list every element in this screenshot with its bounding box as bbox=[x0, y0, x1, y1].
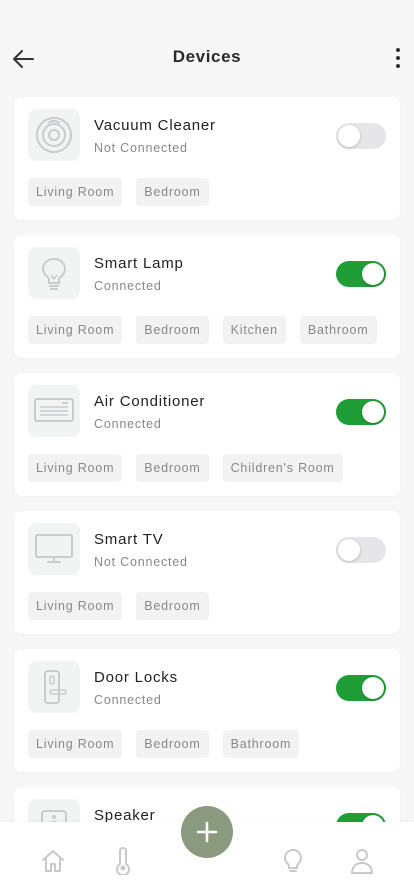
room-tag[interactable]: Bathroom bbox=[222, 730, 300, 758]
room-tags: Living Room Bedroom Kitchen Bathroom bbox=[28, 316, 377, 344]
home-icon bbox=[42, 850, 64, 872]
device-name: Smart TV bbox=[94, 531, 164, 548]
tab-profile[interactable] bbox=[347, 846, 377, 876]
device-power-toggle[interactable] bbox=[336, 537, 386, 563]
room-tag[interactable]: Bedroom bbox=[136, 730, 209, 758]
room-tag[interactable]: Kitchen bbox=[222, 316, 286, 344]
add-icon bbox=[196, 821, 218, 843]
vacuum-icon bbox=[28, 109, 80, 161]
room-tag[interactable]: Living Room bbox=[28, 730, 123, 758]
add-device-button[interactable] bbox=[181, 806, 233, 858]
page-title: Devices bbox=[172, 47, 242, 66]
device-status: Connected bbox=[94, 279, 162, 293]
device-card-vacuum-cleaner[interactable]: Vacuum Cleaner Not Connected Living Room… bbox=[14, 97, 400, 220]
more-options-button[interactable] bbox=[390, 44, 406, 72]
door-lock-icon bbox=[28, 661, 80, 713]
room-tag[interactable]: Bedroom bbox=[136, 592, 209, 620]
device-name: Smart Lamp bbox=[94, 255, 184, 272]
tab-home[interactable] bbox=[38, 846, 68, 876]
room-tags: Living Room Bedroom bbox=[28, 178, 209, 206]
profile-icon bbox=[351, 849, 373, 874]
toggle-knob bbox=[362, 677, 384, 699]
device-status: Connected bbox=[94, 417, 162, 431]
more-dot-icon bbox=[396, 48, 400, 52]
device-status: Connected bbox=[94, 693, 162, 707]
app-header: Devices bbox=[0, 0, 414, 96]
device-status: Not Connected bbox=[94, 141, 188, 155]
device-power-toggle[interactable] bbox=[336, 123, 386, 149]
device-card-air-conditioner[interactable]: Air Conditioner Connected Living Room Be… bbox=[14, 373, 400, 496]
room-tags: Living Room Bedroom bbox=[28, 592, 209, 620]
more-dot-icon bbox=[396, 64, 400, 68]
thermometer-icon bbox=[116, 847, 130, 875]
toggle-knob bbox=[338, 125, 360, 147]
room-tag[interactable]: Living Room bbox=[28, 178, 123, 206]
tab-lighting[interactable] bbox=[278, 846, 308, 876]
device-name: Door Locks bbox=[94, 669, 178, 686]
device-status: Not Connected bbox=[94, 555, 188, 569]
room-tags: Living Room Bedroom Bathroom bbox=[28, 730, 300, 758]
toggle-knob bbox=[338, 539, 360, 561]
device-card-door-locks[interactable]: Door Locks Connected Living Room Bedroom… bbox=[14, 649, 400, 772]
toggle-knob bbox=[362, 263, 384, 285]
device-power-toggle[interactable] bbox=[336, 399, 386, 425]
more-dot-icon bbox=[396, 56, 400, 60]
room-tag[interactable]: Bathroom bbox=[299, 316, 377, 344]
toggle-knob bbox=[362, 401, 384, 423]
device-power-toggle[interactable] bbox=[336, 261, 386, 287]
room-tag[interactable]: Living Room bbox=[28, 454, 123, 482]
tv-icon bbox=[28, 523, 80, 575]
room-tag[interactable]: Living Room bbox=[28, 316, 123, 344]
room-tag[interactable]: Bedroom bbox=[136, 454, 209, 482]
lightbulb-icon bbox=[283, 848, 303, 872]
device-card-smart-tv[interactable]: Smart TV Not Connected Living Room Bedro… bbox=[14, 511, 400, 634]
device-power-toggle[interactable] bbox=[336, 675, 386, 701]
room-tag[interactable]: Bedroom bbox=[136, 316, 209, 344]
room-tags: Living Room Bedroom Children's Room bbox=[28, 454, 343, 482]
room-tag[interactable]: Bedroom bbox=[136, 178, 209, 206]
room-tag[interactable]: Children's Room bbox=[222, 454, 343, 482]
lamp-icon bbox=[28, 247, 80, 299]
device-name: Vacuum Cleaner bbox=[94, 117, 216, 134]
device-name: Air Conditioner bbox=[94, 393, 206, 410]
air-conditioner-icon bbox=[28, 385, 80, 437]
room-tag[interactable]: Living Room bbox=[28, 592, 123, 620]
tab-climate[interactable] bbox=[108, 846, 138, 876]
device-card-smart-lamp[interactable]: Smart Lamp Connected Living Room Bedroom… bbox=[14, 235, 400, 358]
device-list: Vacuum Cleaner Not Connected Living Room… bbox=[14, 97, 400, 896]
